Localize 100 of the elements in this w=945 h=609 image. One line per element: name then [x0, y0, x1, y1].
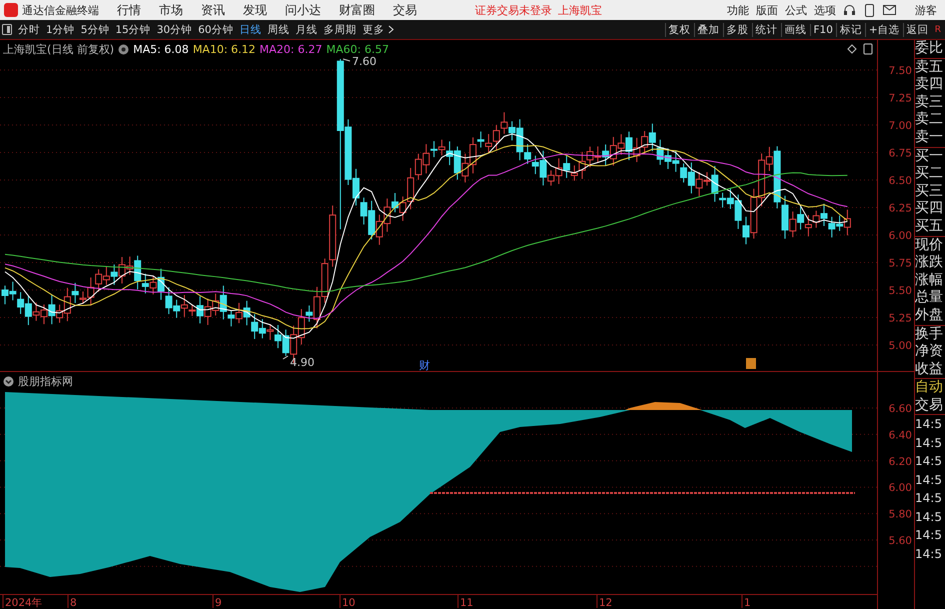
toolbar-button[interactable]: +自选 — [864, 22, 903, 36]
quote-field-label: 委比 — [915, 40, 944, 58]
menu-item[interactable]: 市场 — [159, 2, 183, 18]
menu-item[interactable]: 交易 — [393, 2, 417, 18]
period-tab[interactable]: 分时 — [15, 22, 43, 36]
date-label: 12 — [596, 595, 612, 608]
more-periods[interactable]: 更多 — [360, 22, 388, 36]
axis-label: 6.75 — [888, 148, 912, 160]
panel-toggle-icon[interactable] — [864, 44, 872, 54]
toolbar-button[interactable]: 统计 — [752, 22, 781, 36]
toolbar-button[interactable]: F10 — [810, 24, 836, 36]
date-label: 1 — [742, 595, 751, 608]
quote-field-label: 卖一 — [915, 128, 944, 147]
axis-label: 5.25 — [888, 312, 912, 324]
period-tab[interactable]: 周线 — [264, 22, 292, 36]
diamond-icon[interactable] — [847, 44, 857, 54]
toolbar-button[interactable]: 返回 — [902, 22, 932, 36]
trade-label: 交易 — [915, 396, 944, 414]
period-tab[interactable]: 5分钟 — [78, 22, 112, 36]
menu-item[interactable]: 问小达 — [285, 2, 321, 18]
quote-field-label: 换手 — [915, 326, 944, 344]
axis-label: 5.80 — [888, 508, 912, 521]
axis-label: 6.40 — [888, 429, 912, 442]
chart-title: 上海凯宝(日线 前复权) — [3, 42, 114, 57]
date-label: 9 — [212, 595, 222, 608]
event-marker[interactable]: 财 — [419, 359, 430, 372]
menu-item[interactable]: 发现 — [243, 2, 267, 18]
quote-field-label: 收益 — [915, 360, 944, 378]
login-status[interactable]: 证券交易未登录 — [475, 2, 552, 18]
period-tab[interactable]: 30分钟 — [154, 22, 196, 36]
period-tab[interactable]: 1分钟 — [43, 22, 78, 36]
user-label[interactable]: 游客 — [915, 2, 937, 18]
menu-item[interactable]: 资讯 — [201, 2, 225, 18]
quote-field-label: 现价 — [915, 236, 944, 254]
quote-field-label: 外盘 — [915, 306, 944, 324]
headset-icon[interactable] — [843, 4, 856, 16]
date-label: 8 — [68, 595, 77, 608]
axis-label: 6.00 — [888, 230, 912, 242]
stock-name: 上海凯宝 — [558, 2, 602, 18]
settings-icon[interactable] — [118, 44, 130, 55]
toolbar-button[interactable]: 画线 — [780, 22, 810, 36]
axis-label: 6.00 — [888, 482, 912, 494]
toolbar-item[interactable]: 选项 — [814, 2, 836, 18]
quote-field-label: 涨幅 — [915, 272, 944, 290]
moving-average-value: MA10: 6.12 — [192, 43, 256, 56]
toolbar-item[interactable]: 版面 — [756, 2, 778, 18]
axis-label: 6.50 — [888, 175, 912, 187]
quote-field-label: 买五 — [915, 218, 944, 236]
period-tab[interactable]: 15分钟 — [112, 22, 154, 36]
chevron-circle-icon[interactable] — [3, 376, 14, 387]
quote-field-label: 净资 — [915, 343, 944, 361]
quote-field-label: 卖五 — [915, 58, 944, 76]
auto-trade-label[interactable]: 自动 — [915, 379, 945, 397]
trade-time: 14:5 — [915, 472, 943, 489]
phone-icon[interactable] — [865, 4, 874, 16]
axis-label: 5.75 — [888, 258, 912, 270]
app-title: 通达信金融终端 — [22, 2, 99, 18]
axis-label: 6.25 — [888, 202, 912, 214]
chevron-right-icon[interactable] — [388, 25, 394, 34]
period-tab[interactable]: 多周期 — [320, 22, 360, 36]
quote-field-label: 总量 — [915, 289, 944, 307]
date-label: 10 — [340, 595, 356, 608]
quote-field-label: 涨跌 — [915, 254, 944, 272]
axis-label: 6.20 — [888, 456, 912, 468]
toolbar-button[interactable]: 复权 — [664, 22, 694, 36]
axis-label: 7.00 — [888, 120, 912, 132]
trade-time: 14:5 — [915, 453, 943, 470]
moving-average-value: MA5: 6.08 — [133, 43, 189, 56]
toolbar-button[interactable]: 标记 — [836, 22, 865, 36]
menu-item[interactable]: 行情 — [117, 2, 141, 18]
sidebar-toggle-icon[interactable] — [2, 24, 12, 35]
date-label: 2024年 — [2, 595, 43, 608]
moving-average-value: MA20: 6.27 — [260, 43, 322, 56]
quote-field-label: 买二 — [915, 165, 944, 183]
quote-field-label: 卖二 — [915, 111, 944, 129]
quote-field-label: 买四 — [915, 200, 944, 218]
trade-time: 14:5 — [915, 527, 943, 544]
period-tab[interactable]: 日线 — [236, 22, 264, 36]
trade-time: 14:5 — [915, 434, 943, 452]
indicator-title: 股朋指标网 — [18, 374, 73, 389]
trade-time: 14:5 — [915, 416, 943, 434]
quote-field-label: 买一 — [915, 148, 944, 166]
moving-average-value: MA60: 6.57 — [326, 43, 389, 56]
axis-label: 5.00 — [888, 340, 912, 352]
quote-field-label: 买三 — [915, 182, 944, 200]
axis-label: 7.25 — [888, 92, 912, 104]
period-tab[interactable]: 月线 — [292, 22, 320, 36]
trade-time: 14:5 — [915, 490, 943, 508]
toolbar-item[interactable]: 功能 — [727, 2, 749, 18]
axis-label: 6.60 — [888, 403, 912, 415]
menu-item[interactable]: 财富圈 — [339, 2, 375, 18]
toolbar-button[interactable]: 多股 — [722, 22, 752, 36]
date-label: 11 — [458, 595, 474, 608]
toolbar-button[interactable]: 叠加 — [694, 22, 723, 36]
toolbar-item[interactable]: 公式 — [785, 2, 807, 18]
mail-icon[interactable] — [883, 5, 896, 15]
axis-label: 5.60 — [888, 535, 912, 547]
corner-label: R — [934, 24, 941, 34]
axis-label: 7.50 — [888, 65, 912, 77]
period-tab[interactable]: 60分钟 — [195, 22, 236, 36]
